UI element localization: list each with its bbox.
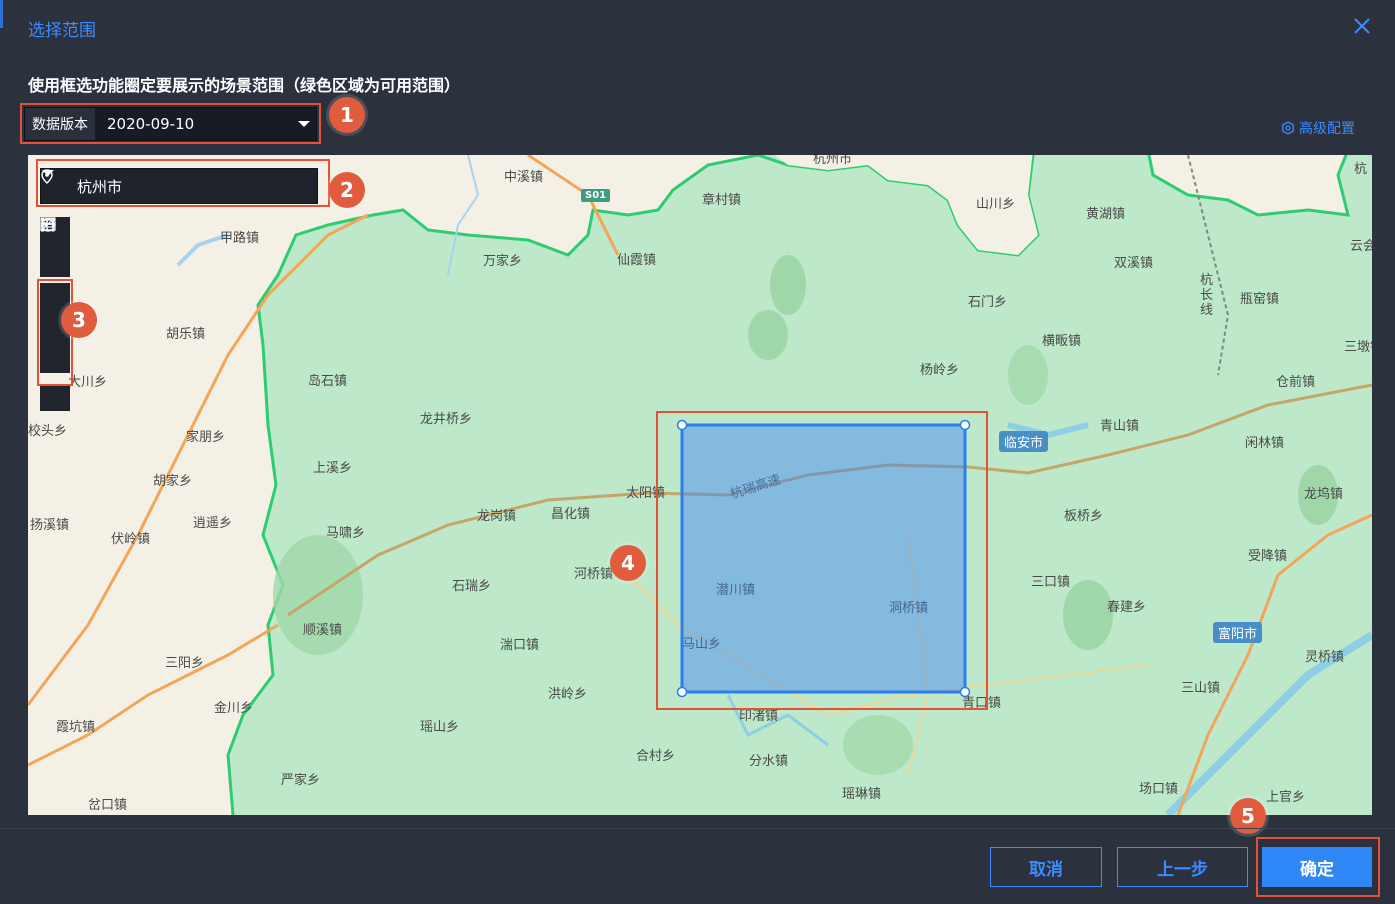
instruction-text: 使用框选功能圈定要展示的场景范围（绿色区域为可用范围） bbox=[28, 76, 461, 95]
annotation-box bbox=[656, 411, 988, 710]
confirm-button[interactable]: 确定 bbox=[1262, 847, 1372, 887]
settings-icon bbox=[1282, 121, 1294, 135]
window-edge-accent bbox=[0, 0, 3, 28]
annotation-box bbox=[36, 159, 330, 207]
advanced-config-label: 高级配置 bbox=[1299, 121, 1355, 137]
scene-range-dialog: 选择范围 使用框选功能圈定要展示的场景范围（绿色区域为可用范围） 数据版本 20… bbox=[0, 0, 1395, 904]
advanced-config-link[interactable]: 高级配置 bbox=[1281, 118, 1355, 138]
footer-divider bbox=[0, 828, 1395, 829]
annotation-marker: 1 bbox=[329, 97, 365, 133]
cancel-button[interactable]: 取消 bbox=[990, 847, 1102, 887]
annotation-marker: 4 bbox=[610, 545, 646, 581]
annotation-marker: 2 bbox=[329, 172, 365, 208]
previous-step-button[interactable]: 上一步 bbox=[1117, 847, 1248, 887]
close-icon[interactable] bbox=[1350, 14, 1374, 38]
annotation-marker: 3 bbox=[61, 302, 97, 338]
terminal-icon bbox=[40, 217, 56, 231]
zoom-out-button[interactable] bbox=[40, 223, 70, 277]
annotation-box bbox=[20, 103, 321, 144]
dialog-title: 选择范围 bbox=[28, 21, 96, 41]
terminal-button[interactable] bbox=[40, 217, 70, 411]
